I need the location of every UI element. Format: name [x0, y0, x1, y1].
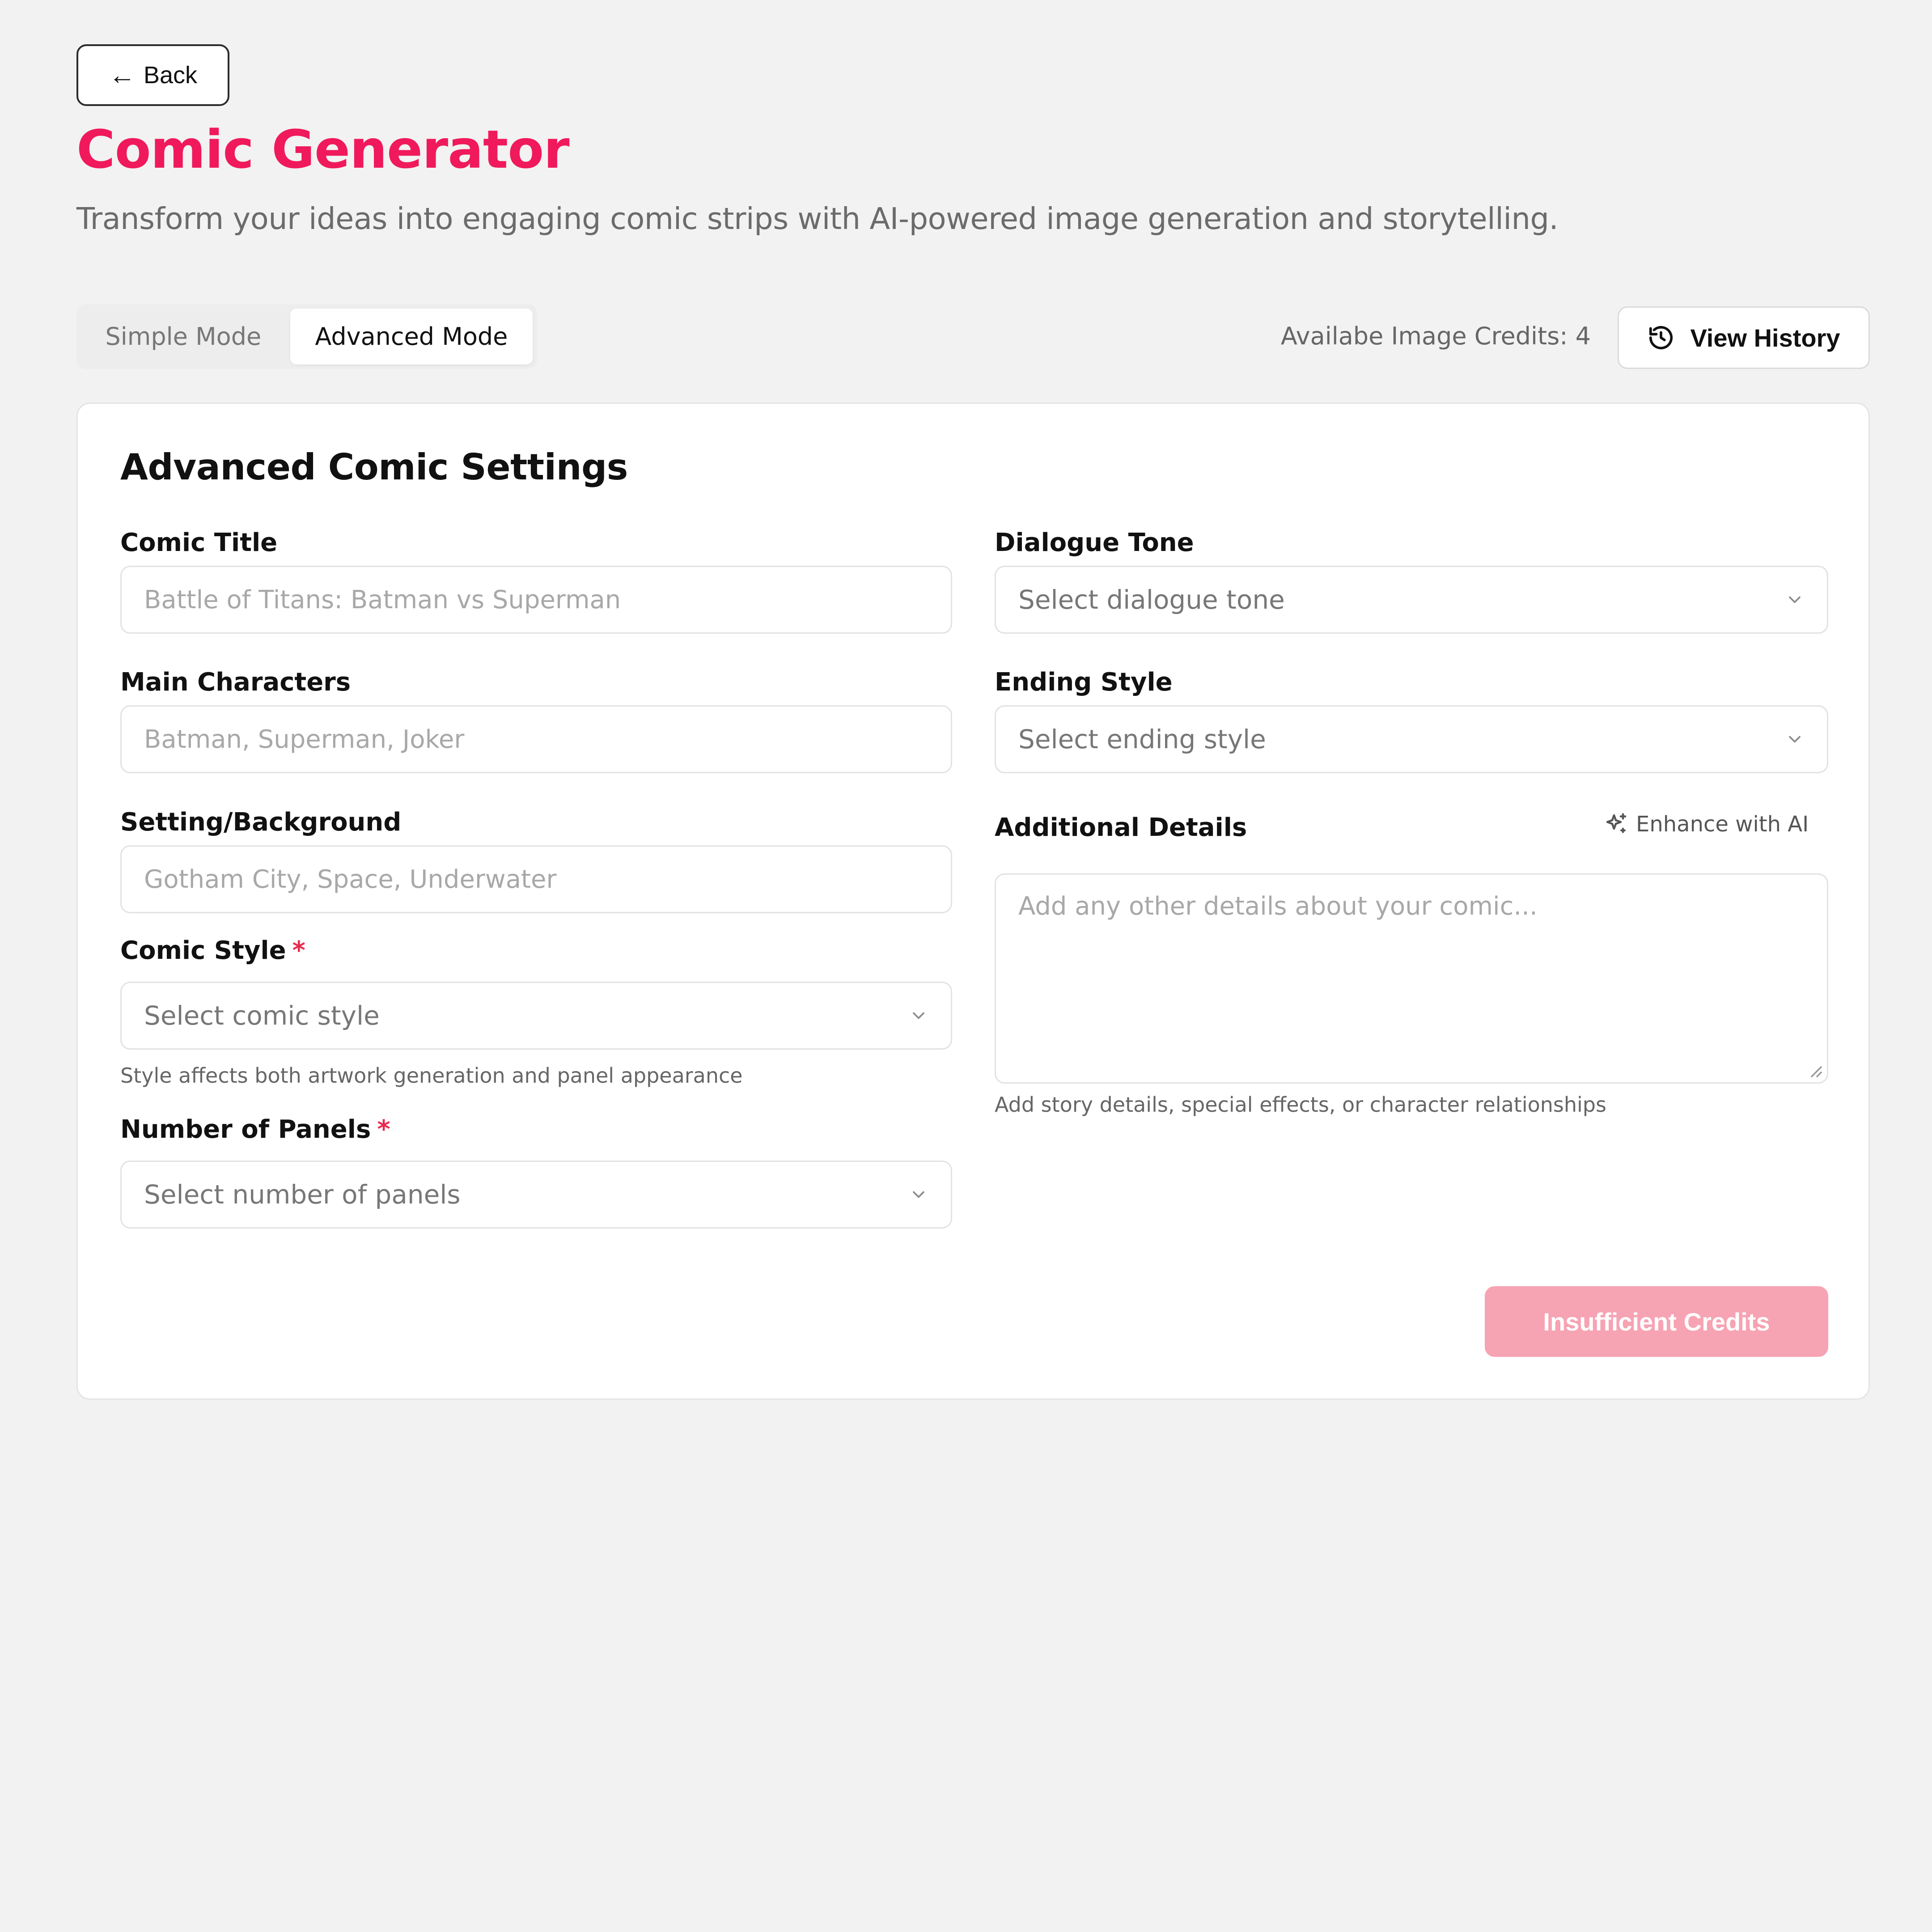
panels-select[interactable]: Select number of panels	[120, 1161, 952, 1229]
advanced-settings-card: Advanced Comic Settings Comic Title Batt…	[76, 402, 1870, 1400]
history-icon	[1649, 326, 1673, 350]
comic-style-select[interactable]: Select comic style	[120, 982, 952, 1050]
chevron-down-icon	[913, 1191, 924, 1198]
enhance-label: Enhance with AI	[1636, 812, 1809, 837]
panels-label-text: Number of Panels	[120, 1115, 371, 1144]
additional-details-placeholder: Add any other details about your comic..…	[1018, 892, 1538, 921]
tab-simple-mode[interactable]: Simple Mode	[81, 309, 286, 364]
arrow-left-icon: ←	[108, 60, 136, 90]
required-mark: *	[377, 1115, 390, 1144]
dialogue-tone-placeholder: Select dialogue tone	[1018, 585, 1285, 615]
credits-count: Availabe Image Credits: 4	[1280, 322, 1591, 350]
back-button[interactable]: ← Back	[76, 44, 229, 106]
dialogue-tone-label: Dialogue Tone	[995, 528, 1194, 557]
view-history-label: View History	[1690, 323, 1840, 352]
setting-label: Setting/Background	[120, 808, 402, 837]
comic-style-placeholder: Select comic style	[144, 1000, 380, 1031]
page: ← Back Comic Generator Transform your id…	[0, 0, 1932, 1932]
chevron-down-icon	[1789, 736, 1801, 743]
comic-style-label: Comic Style *	[120, 936, 305, 965]
tab-advanced-mode[interactable]: Advanced Mode	[290, 309, 533, 364]
comic-title-label: Comic Title	[120, 528, 278, 557]
additional-details-textarea[interactable]: Add any other details about your comic..…	[995, 873, 1828, 1084]
ending-style-select[interactable]: Select ending style	[995, 705, 1828, 773]
page-subtitle: Transform your ideas into engaging comic…	[76, 201, 1559, 236]
main-characters-label: Main Characters	[120, 668, 351, 697]
chevron-down-icon	[1789, 596, 1801, 603]
card-title: Advanced Comic Settings	[120, 446, 628, 488]
comic-title-input[interactable]: Battle of Titans: Batman vs Superman	[120, 566, 952, 634]
main-characters-placeholder: Batman, Superman, Joker	[144, 724, 465, 754]
comic-style-hint: Style affects both artwork generation an…	[120, 1063, 743, 1088]
additional-details-label: Additional Details	[995, 813, 1247, 842]
panels-placeholder: Select number of panels	[144, 1179, 461, 1210]
comic-style-label-text: Comic Style	[120, 936, 286, 965]
insufficient-credits-button[interactable]: Insufficient Credits	[1485, 1286, 1828, 1357]
required-mark: *	[292, 936, 305, 965]
sparkles-icon	[1606, 813, 1627, 833]
mode-tabs: Simple Mode Advanced Mode	[76, 304, 537, 369]
page-title: Comic Generator	[76, 119, 570, 180]
dialogue-tone-select[interactable]: Select dialogue tone	[995, 566, 1828, 634]
comic-title-placeholder: Battle of Titans: Batman vs Superman	[144, 585, 621, 614]
view-history-button[interactable]: View History	[1618, 306, 1870, 369]
back-label: Back	[143, 62, 198, 89]
enhance-with-ai-button[interactable]: Enhance with AI	[1603, 811, 1809, 838]
additional-details-hint: Add story details, special effects, or c…	[995, 1093, 1606, 1117]
resize-grip-icon[interactable]	[1806, 1062, 1822, 1078]
setting-input[interactable]: Gotham City, Space, Underwater	[120, 845, 952, 913]
ending-style-placeholder: Select ending style	[1018, 724, 1266, 754]
ending-style-label: Ending Style	[995, 668, 1173, 697]
chevron-down-icon	[913, 1012, 924, 1019]
panels-label: Number of Panels *	[120, 1115, 390, 1144]
setting-placeholder: Gotham City, Space, Underwater	[144, 864, 557, 894]
main-characters-input[interactable]: Batman, Superman, Joker	[120, 705, 952, 773]
